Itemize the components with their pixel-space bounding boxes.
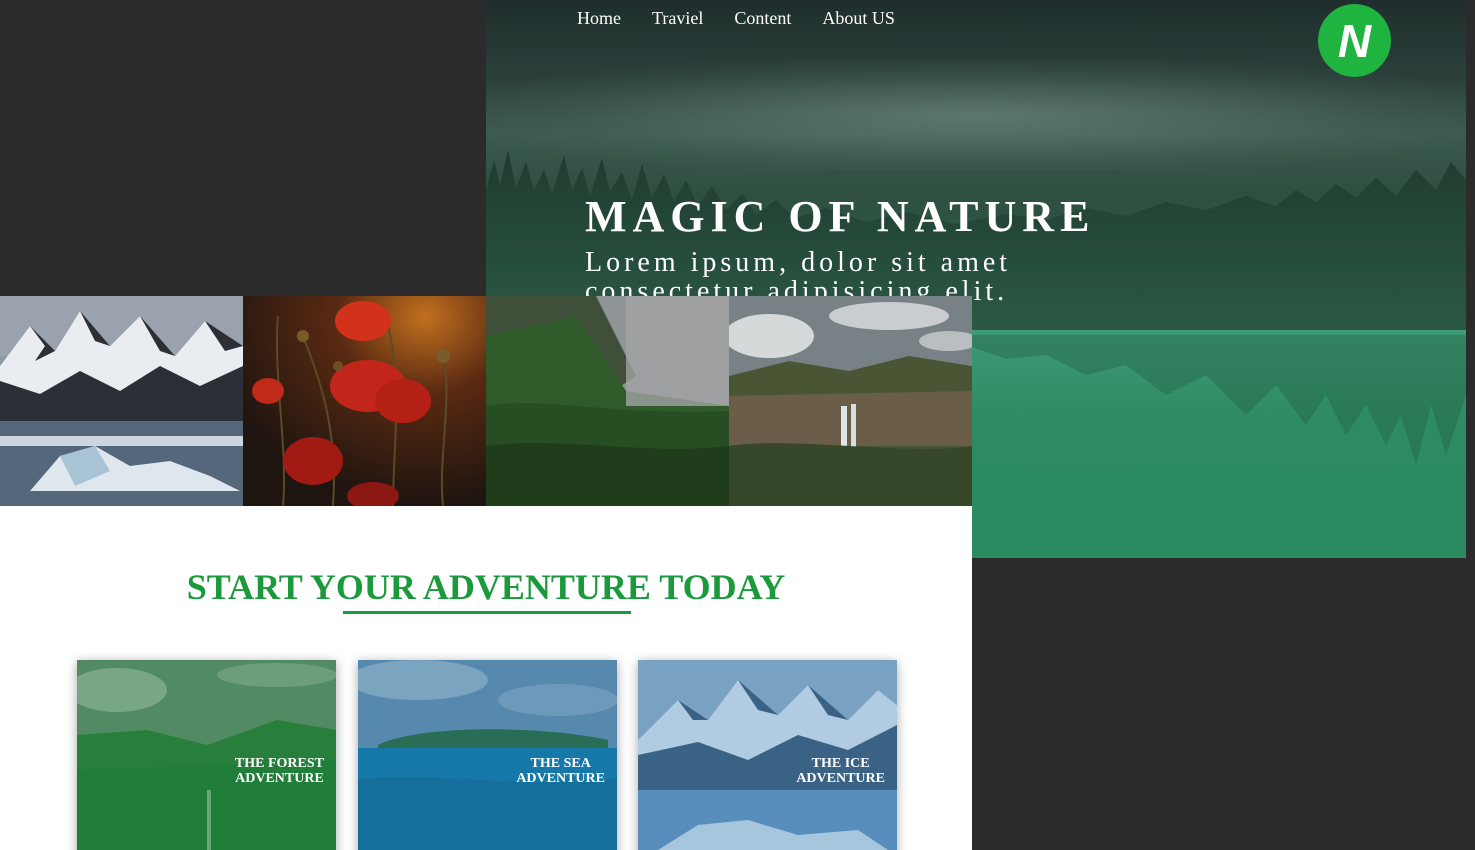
- content-panel: START YOUR ADVENTURE TODAY THE FOREST AD…: [0, 296, 972, 850]
- logo-letter: N: [1337, 14, 1372, 67]
- ice-card-label-line1: THE ICE: [811, 756, 870, 771]
- ice-card-label: THE ICE ADVENTURE: [796, 756, 885, 786]
- page: Home Traviel Content About US N MAGIC OF…: [0, 0, 1475, 850]
- nav-content-link[interactable]: Content: [734, 8, 791, 29]
- photo-gallery: [0, 296, 972, 506]
- ice-card-image: [638, 660, 897, 850]
- nav-traviel-link[interactable]: Traviel: [652, 8, 703, 29]
- nav-about-link[interactable]: About US: [822, 8, 895, 29]
- sea-adventure-card[interactable]: THE SEA ADVENTURE: [358, 660, 617, 850]
- brand-logo[interactable]: N: [1318, 4, 1391, 77]
- sea-card-label-line2: ADVENTURE: [516, 771, 605, 786]
- gallery-tile-red-poppies[interactable]: [243, 296, 486, 506]
- ice-adventure-card[interactable]: THE ICE ADVENTURE: [638, 660, 897, 850]
- sea-card-label-line1: THE SEA: [530, 756, 591, 771]
- ice-card-label-line2: ADVENTURE: [796, 771, 885, 786]
- forest-card-image: [77, 660, 336, 850]
- forest-card-label: THE FOREST ADVENTURE: [235, 756, 324, 786]
- hero-title: MAGIC OF NATURE: [585, 192, 1096, 241]
- gallery-tile-misty-valley[interactable]: [486, 296, 729, 506]
- gallery-tile-snowy-mountains[interactable]: [0, 296, 243, 506]
- section-title: START YOUR ADVENTURE TODAY: [186, 567, 786, 607]
- main-nav: Home Traviel Content About US: [577, 8, 895, 29]
- sea-card-label: THE SEA ADVENTURE: [516, 756, 605, 786]
- forest-card-label-line1: THE FOREST: [234, 756, 324, 771]
- forest-adventure-card[interactable]: THE FOREST ADVENTURE: [77, 660, 336, 850]
- gallery-tile-waterfall[interactable]: [729, 296, 972, 506]
- sea-card-image: [358, 660, 617, 850]
- nav-home-link[interactable]: Home: [577, 8, 621, 29]
- section-title-underline: [343, 611, 631, 614]
- forest-card-label-line2: ADVENTURE: [235, 771, 324, 786]
